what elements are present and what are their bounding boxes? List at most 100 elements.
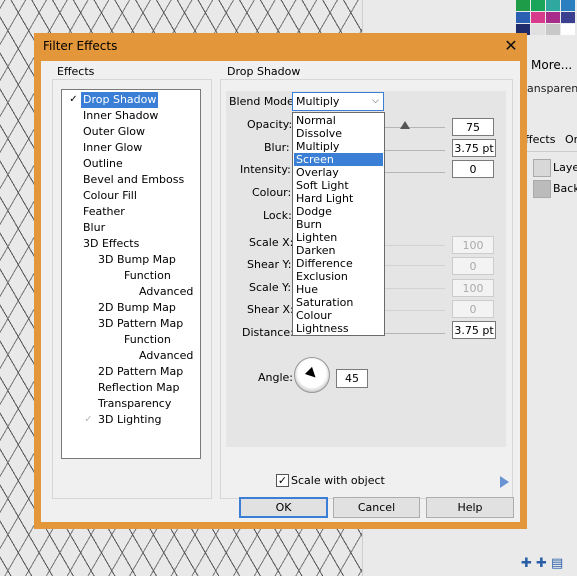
effects-tabs: ffects On — [523, 131, 577, 152]
blend-mode-option[interactable]: Screen — [294, 153, 383, 166]
opacity-input[interactable]: 75 — [452, 118, 494, 136]
scale-x-label: Scale X: — [249, 236, 294, 249]
blend-mode-label: Blend Mode: — [229, 95, 298, 108]
angle-label: Angle: — [258, 371, 294, 384]
color-swatch[interactable] — [561, 24, 575, 35]
tab-effects[interactable]: ffects — [525, 133, 555, 146]
more-button[interactable]: More... — [531, 58, 572, 72]
blur-input[interactable]: 3.75 pt — [452, 139, 496, 157]
effect-checkbox[interactable] — [68, 206, 79, 217]
effect-checkbox[interactable] — [83, 302, 94, 313]
blend-mode-option[interactable]: Colour — [294, 309, 383, 322]
layer-thumbnail — [533, 180, 551, 198]
close-icon[interactable]: ✕ — [501, 36, 521, 56]
color-swatch[interactable] — [546, 24, 560, 35]
color-swatch[interactable] — [561, 12, 575, 23]
angle-dial[interactable] — [294, 357, 330, 393]
color-swatch[interactable] — [531, 24, 545, 35]
angle-input[interactable]: 45 — [336, 369, 368, 388]
transparency-label: ansparency — [527, 82, 577, 95]
add-layer-icons[interactable]: ✚ ✚ ▤ — [521, 556, 563, 571]
tab-other[interactable]: On — [565, 133, 577, 146]
drop-shadow-group-title: Drop Shadow — [227, 65, 301, 78]
effect-checkbox[interactable] — [68, 238, 79, 249]
effect-checkbox[interactable] — [68, 190, 79, 201]
dialog-titlebar[interactable]: Filter Effects ✕ — [34, 33, 527, 61]
effect-checkbox[interactable] — [83, 398, 94, 409]
cancel-button[interactable]: Cancel — [333, 497, 420, 518]
blend-mode-option[interactable]: Burn — [294, 218, 383, 231]
distance-input[interactable]: 3.75 pt — [452, 321, 496, 339]
blend-mode-option[interactable]: Difference — [294, 257, 383, 270]
ok-button[interactable]: OK — [239, 497, 328, 518]
blend-mode-option[interactable]: Overlay — [294, 166, 383, 179]
layer-name: Backg — [553, 182, 577, 195]
effect-label: 3D Lighting — [98, 413, 162, 426]
blend-mode-dropdown[interactable]: Normal Dissolve Multiply Screen Overlay Soft … — [292, 112, 385, 336]
blend-mode-option[interactable]: Dodge — [294, 205, 383, 218]
layer-row[interactable]: Backg — [533, 180, 577, 198]
blur-label: Blur: — [264, 141, 290, 154]
color-swatch[interactable] — [546, 12, 560, 23]
effect-checkbox[interactable]: ✓ — [83, 414, 94, 425]
color-swatch[interactable] — [531, 12, 545, 23]
effect-label: Inner Shadow — [83, 109, 159, 122]
blend-mode-option[interactable]: Hard Light — [294, 192, 383, 205]
effect-checkbox[interactable] — [68, 142, 79, 153]
blend-mode-option[interactable]: Darken — [294, 244, 383, 257]
effect-label: Function — [124, 269, 171, 282]
effect-checkbox[interactable] — [83, 318, 94, 329]
effect-checkbox[interactable] — [83, 254, 94, 265]
color-swatch[interactable] — [516, 12, 530, 23]
scale-with-object-label: Scale with object — [291, 474, 385, 487]
color-swatch[interactable] — [516, 0, 530, 11]
color-swatch[interactable] — [531, 0, 545, 11]
blend-mode-option[interactable]: Dissolve — [294, 127, 383, 140]
help-button[interactable]: Help — [426, 497, 514, 518]
blend-mode-option[interactable]: Hue — [294, 283, 383, 296]
blend-mode-value: Multiply — [296, 95, 340, 108]
effect-checkbox[interactable]: ✓ — [68, 94, 79, 105]
effects-list[interactable]: ✓ Drop Shadow Inner Shadow Outer Glow Inner … — [61, 89, 201, 459]
blend-mode-option[interactable]: Normal — [294, 114, 383, 127]
shear-y-input[interactable]: 0 — [452, 257, 494, 275]
scale-with-object-checkbox[interactable]: ✓ — [276, 474, 289, 487]
blend-mode-select[interactable]: Multiply ⌵ — [292, 92, 384, 111]
effect-checkbox[interactable] — [83, 366, 94, 377]
layer-row[interactable]: Laye — [533, 159, 577, 177]
effect-checkbox[interactable] — [68, 222, 79, 233]
opacity-slider-thumb[interactable] — [400, 121, 410, 129]
effect-label: Reflection Map — [98, 381, 180, 394]
layer-name: Laye — [553, 161, 577, 174]
effect-label: 2D Pattern Map — [98, 365, 184, 378]
effect-checkbox[interactable] — [68, 158, 79, 169]
blend-mode-option[interactable]: Soft Light — [294, 179, 383, 192]
effect-checkbox[interactable] — [68, 126, 79, 137]
color-swatch[interactable] — [561, 0, 575, 11]
blend-mode-option[interactable]: Multiply — [294, 140, 383, 153]
intensity-input[interactable]: 0 — [452, 160, 494, 178]
effect-checkbox[interactable] — [68, 174, 79, 185]
scale-y-input[interactable]: 100 — [452, 279, 494, 297]
effect-label: Outer Glow — [83, 125, 146, 138]
blend-mode-option[interactable]: Lighten — [294, 231, 383, 244]
colour-label: Colour: — [252, 186, 292, 199]
layer-thumbnail — [533, 159, 551, 177]
shear-x-input[interactable]: 0 — [452, 300, 494, 318]
scale-x-input[interactable]: 100 — [452, 236, 494, 254]
effect-label: Bevel and Emboss — [83, 173, 185, 186]
blend-mode-option[interactable]: Exclusion — [294, 270, 383, 283]
play-icon[interactable] — [500, 476, 509, 488]
color-swatch[interactable] — [546, 0, 560, 11]
effect-label: Drop Shadow — [81, 92, 159, 108]
effect-label: Advanced — [139, 349, 194, 362]
effect-checkbox[interactable] — [68, 110, 79, 121]
dialog-title: Filter Effects — [43, 39, 118, 53]
effect-label: 3D Bump Map — [98, 253, 176, 266]
effect-label: Transparency — [98, 397, 172, 410]
effect-checkbox[interactable] — [83, 382, 94, 393]
opacity-label: Opacity: — [247, 118, 293, 131]
blend-mode-option[interactable]: Saturation — [294, 296, 383, 309]
blend-mode-option[interactable]: Lightness — [294, 322, 383, 335]
chevron-down-icon: ⌵ — [372, 96, 379, 106]
